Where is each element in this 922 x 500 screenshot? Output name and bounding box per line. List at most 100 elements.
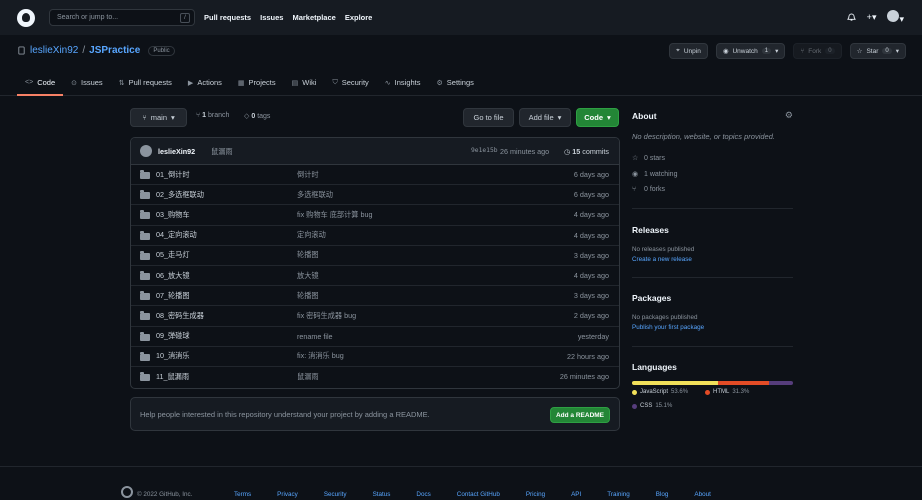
nav-explore[interactable]: Explore xyxy=(345,13,373,22)
commit-author[interactable]: leslieXin92 xyxy=(158,147,195,156)
file-row[interactable]: 10_消消乐 fix: 消消乐 bug 22 hours ago xyxy=(131,347,619,367)
last-commit-message-link[interactable]: 多选框联动 xyxy=(297,190,333,200)
tab-projects[interactable]: ▦ Projects xyxy=(230,71,284,96)
last-commit-message-link[interactable]: rename file xyxy=(297,332,333,341)
repository-name-link[interactable]: JSPractice xyxy=(89,45,140,56)
unpin-button[interactable]: ⌖ Unpin xyxy=(669,43,708,59)
actions-icon: ▶ xyxy=(187,79,194,87)
repository-owner-link[interactable]: leslieXin92 xyxy=(30,45,78,56)
last-commit-message-link[interactable]: 放大镜 xyxy=(297,271,319,281)
language-item[interactable]: HTML 31.3% xyxy=(705,389,749,395)
last-commit-message-link[interactable]: 鼠漏雨 xyxy=(297,372,319,382)
forks-count[interactable]: ⑂ 0 forks xyxy=(632,186,665,193)
footer-link-training[interactable]: Training xyxy=(607,491,630,498)
footer-link-blog[interactable]: Blog xyxy=(656,491,669,498)
watching-count[interactable]: ◉ 1 watching xyxy=(632,170,677,178)
last-commit-message-link[interactable]: 轮播图 xyxy=(297,291,319,301)
nav-marketplace[interactable]: Marketplace xyxy=(292,13,335,22)
folder-name-link[interactable]: 11_鼠漏雨 xyxy=(156,372,189,382)
last-commit-message-link[interactable]: fix 购物车 底部计算 bug xyxy=(297,210,372,220)
code-button[interactable]: Code ▾ xyxy=(576,108,619,127)
footer-link-status[interactable]: Status xyxy=(373,491,391,498)
language-item[interactable]: JavaScript 53.6% xyxy=(632,389,688,395)
gear-icon[interactable]: ⚙ xyxy=(785,110,793,121)
file-row[interactable]: 05_走马灯 轮播图 3 days ago xyxy=(131,246,619,266)
folder-name-link[interactable]: 07_轮播图 xyxy=(156,291,190,301)
folder-name-link[interactable]: 01_倒计时 xyxy=(156,170,190,180)
tab-issues[interactable]: ⊙ Issues xyxy=(63,71,111,96)
nav-pull-requests[interactable]: Pull requests xyxy=(204,13,251,22)
commit-message[interactable]: 鼠漏雨 xyxy=(211,147,233,157)
language-percent: 53.6% xyxy=(671,389,689,395)
folder-name-link[interactable]: 06_放大镜 xyxy=(156,271,190,281)
file-row[interactable]: 08_密码生成器 fix 密码生成器 bug 2 days ago xyxy=(131,306,619,327)
footer-link-privacy[interactable]: Privacy xyxy=(277,491,298,498)
tab-settings[interactable]: ⚙ Settings xyxy=(429,71,482,96)
nav-issues[interactable]: Issues xyxy=(260,13,283,22)
last-commit-message-link[interactable]: 轮播图 xyxy=(297,250,319,260)
fork-button[interactable]: ⑂ Fork 0 xyxy=(793,43,842,59)
footer-link-docs[interactable]: Docs xyxy=(416,491,430,498)
folder-name-link[interactable]: 04_定向滚动 xyxy=(156,230,197,240)
github-logo-icon[interactable] xyxy=(121,486,133,498)
folder-name-link[interactable]: 08_密码生成器 xyxy=(156,311,204,321)
folder-name-link[interactable]: 03_购物车 xyxy=(156,210,190,220)
tab-label: Code xyxy=(37,78,56,87)
tags-link[interactable]: ◇ 0 tags xyxy=(244,112,270,120)
footer-link-about[interactable]: About xyxy=(694,491,710,498)
last-commit-message-link[interactable]: 倒计时 xyxy=(297,170,319,180)
packages-heading[interactable]: Packages xyxy=(632,293,671,303)
bell-icon[interactable] xyxy=(846,13,856,22)
footer-link-pricing[interactable]: Pricing xyxy=(526,491,545,498)
fork-count: 0 xyxy=(825,48,835,54)
search-input[interactable]: Search or jump to... / xyxy=(49,9,195,26)
code-icon: <> xyxy=(25,79,34,86)
go-to-file-button[interactable]: Go to file xyxy=(463,108,514,127)
file-row[interactable]: 06_放大镜 放大镜 4 days ago xyxy=(131,266,619,287)
last-commit-message-link[interactable]: fix: 消消乐 bug xyxy=(297,351,344,361)
file-row[interactable]: 03_购物车 fix 购物车 底部计算 bug 4 days ago xyxy=(131,205,619,226)
file-row[interactable]: 02_多选框联动 多选框联动 6 days ago xyxy=(131,185,619,206)
tab-pull-requests[interactable]: ⇅ Pull requests xyxy=(111,71,180,96)
tab-insights[interactable]: ∿ Insights xyxy=(377,71,429,96)
star-button[interactable]: ☆ Star 0 ▾ xyxy=(849,43,906,59)
unwatch-button[interactable]: ◉ Unwatch 1 ▾ xyxy=(715,43,786,59)
commit-hash[interactable]: 9e1e15b xyxy=(471,147,498,154)
tab-wiki[interactable]: ▤ Wiki xyxy=(284,71,325,96)
footer-link-terms[interactable]: Terms xyxy=(234,491,251,498)
footer-link-contact-github[interactable]: Contact GitHub xyxy=(457,491,500,498)
last-commit-message-link[interactable]: fix 密码生成器 bug xyxy=(297,311,356,321)
footer-link-security[interactable]: Security xyxy=(324,491,347,498)
file-row[interactable]: 04_定向滚动 定向滚动 4 days ago xyxy=(131,226,619,246)
file-row[interactable]: 11_鼠漏雨 鼠漏雨 26 minutes ago xyxy=(131,367,619,387)
section-divider xyxy=(632,346,793,347)
avatar[interactable] xyxy=(140,145,152,157)
add-file-button[interactable]: Add file ▾ xyxy=(519,108,571,127)
footer-link-api[interactable]: API xyxy=(571,491,581,498)
branches-link[interactable]: ⑂ 1 branch xyxy=(196,112,229,119)
commits-link[interactable]: ◷ 15 commits xyxy=(564,147,609,156)
language-item[interactable]: CSS 15.1% xyxy=(632,403,672,409)
file-row[interactable]: 09_弹碰球 rename file yesterday xyxy=(131,327,619,347)
branch-selector[interactable]: ⑂ main ▾ xyxy=(130,108,187,127)
file-row[interactable]: 01_倒计时 倒计时 6 days ago xyxy=(131,165,619,186)
github-logo-icon[interactable] xyxy=(17,8,35,27)
watching-label: 1 watching xyxy=(644,171,678,178)
file-row[interactable]: 07_轮播图 轮播图 3 days ago xyxy=(131,286,619,307)
create-new-button[interactable]: +▾ xyxy=(867,12,877,23)
publish-package-link[interactable]: Publish your first package xyxy=(632,324,704,331)
tab-security[interactable]: ⛉ Security xyxy=(324,71,376,96)
releases-heading[interactable]: Releases xyxy=(632,225,669,235)
add-readme-button[interactable]: Add a README xyxy=(550,407,610,423)
create-release-link[interactable]: Create a new release xyxy=(632,256,692,263)
tab-actions[interactable]: ▶ Actions xyxy=(180,71,230,96)
folder-name-link[interactable]: 09_弹碰球 xyxy=(156,331,190,341)
folder-name-link[interactable]: 02_多选框联动 xyxy=(156,190,204,200)
profile-menu[interactable]: ▾ xyxy=(887,10,904,25)
folder-name-link[interactable]: 10_消消乐 xyxy=(156,351,190,361)
folder-name-link[interactable]: 05_走马灯 xyxy=(156,250,190,260)
stars-count[interactable]: ☆ 0 stars xyxy=(632,154,665,162)
last-commit-message-link[interactable]: 定向滚动 xyxy=(297,230,326,240)
folder-icon xyxy=(140,270,150,280)
tab-code[interactable]: <> Code xyxy=(17,71,64,96)
